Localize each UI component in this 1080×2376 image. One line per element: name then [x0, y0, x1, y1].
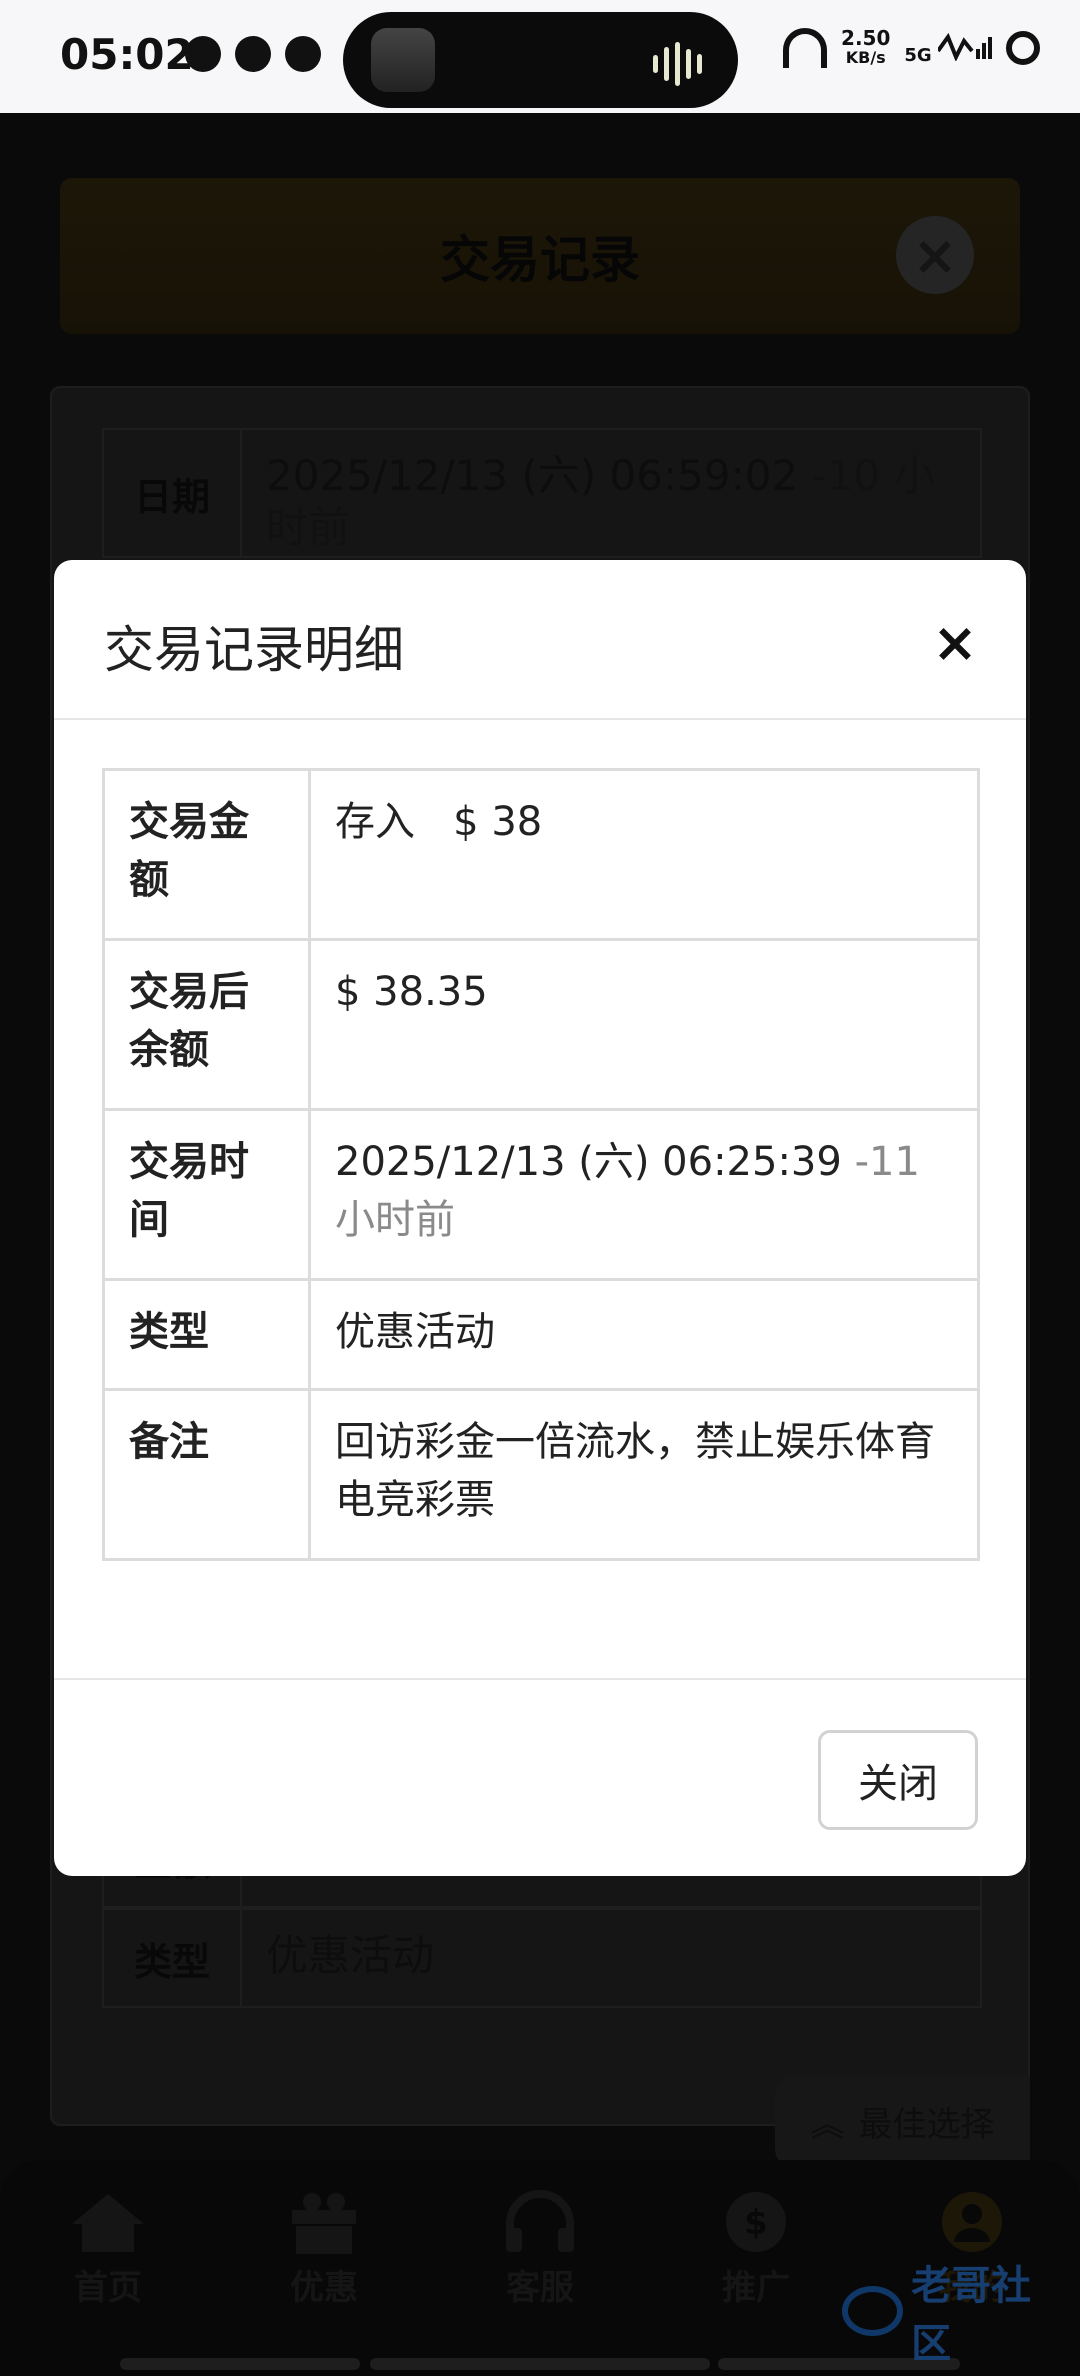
modal-footer: 关闭 [54, 1678, 1026, 1876]
globe-icon [185, 36, 221, 72]
row-label-balance: 交易后余额 [102, 938, 311, 1111]
table-row: 交易时间 2025/12/13 (六) 06:25:39 -11 小时前 [102, 1108, 980, 1281]
row-value-balance: $ 38.35 [308, 938, 980, 1111]
dynamic-island[interactable] [343, 12, 738, 108]
table-row: 类型 优惠活动 [102, 1278, 980, 1391]
battery-ring-icon [1006, 31, 1040, 65]
table-row: 备注 回访彩金一倍流水，禁止娱乐体育电竞彩票 [102, 1388, 980, 1561]
signal-label: 5G [904, 44, 932, 66]
row-value-note: 回访彩金一倍流水，禁止娱乐体育电竞彩票 [308, 1388, 980, 1561]
close-button[interactable]: 关闭 [818, 1730, 978, 1830]
row-label-amount: 交易金额 [102, 768, 311, 941]
close-icon[interactable]: × [930, 616, 980, 670]
audio-wave-icon [653, 42, 702, 86]
status-time: 05:02 [60, 30, 194, 79]
row-label-type: 类型 [102, 1278, 311, 1391]
netease-icon [285, 36, 321, 72]
net-speed-value: 2.50 [841, 26, 891, 50]
table-row: 交易后余额 $ 38.35 [102, 938, 980, 1111]
status-bar: 05:02 2.50 KB/s 5G [0, 0, 1080, 113]
row-value-time: 2025/12/13 (六) 06:25:39 -11 小时前 [308, 1108, 980, 1281]
detail-table: 交易金额 存入 $ 38 交易后余额 $ 38.35 交易时间 2025/12/… [102, 768, 980, 1561]
net-speed-unit: KB/s [845, 48, 886, 67]
status-right: 2.50 KB/s 5G [783, 28, 1040, 68]
row-label-note: 备注 [102, 1388, 311, 1561]
time-value: 2025/12/13 (六) 06:25:39 [335, 1139, 842, 1185]
row-value-amount: 存入 $ 38 [308, 768, 980, 941]
transaction-detail-modal: 交易记录明细 × 交易金额 存入 $ 38 交易后余额 $ 38.35 交易时间… [54, 560, 1026, 1876]
modal-title: 交易记录明细 [104, 621, 404, 679]
media-thumbnail [371, 28, 435, 92]
table-row: 交易金额 存入 $ 38 [102, 768, 980, 941]
row-label-time: 交易时间 [102, 1108, 311, 1281]
signal-icon: 5G [904, 31, 992, 66]
tiktok-icon [235, 36, 271, 72]
modal-header: 交易记录明细 × [54, 560, 1026, 720]
net-speed: 2.50 KB/s [841, 28, 890, 68]
amount-value: $ 38 [453, 799, 543, 845]
row-value-type: 优惠活动 [308, 1278, 980, 1391]
amount-type: 存入 [335, 799, 415, 845]
status-app-icons [185, 36, 321, 72]
headphones-icon [783, 28, 828, 68]
